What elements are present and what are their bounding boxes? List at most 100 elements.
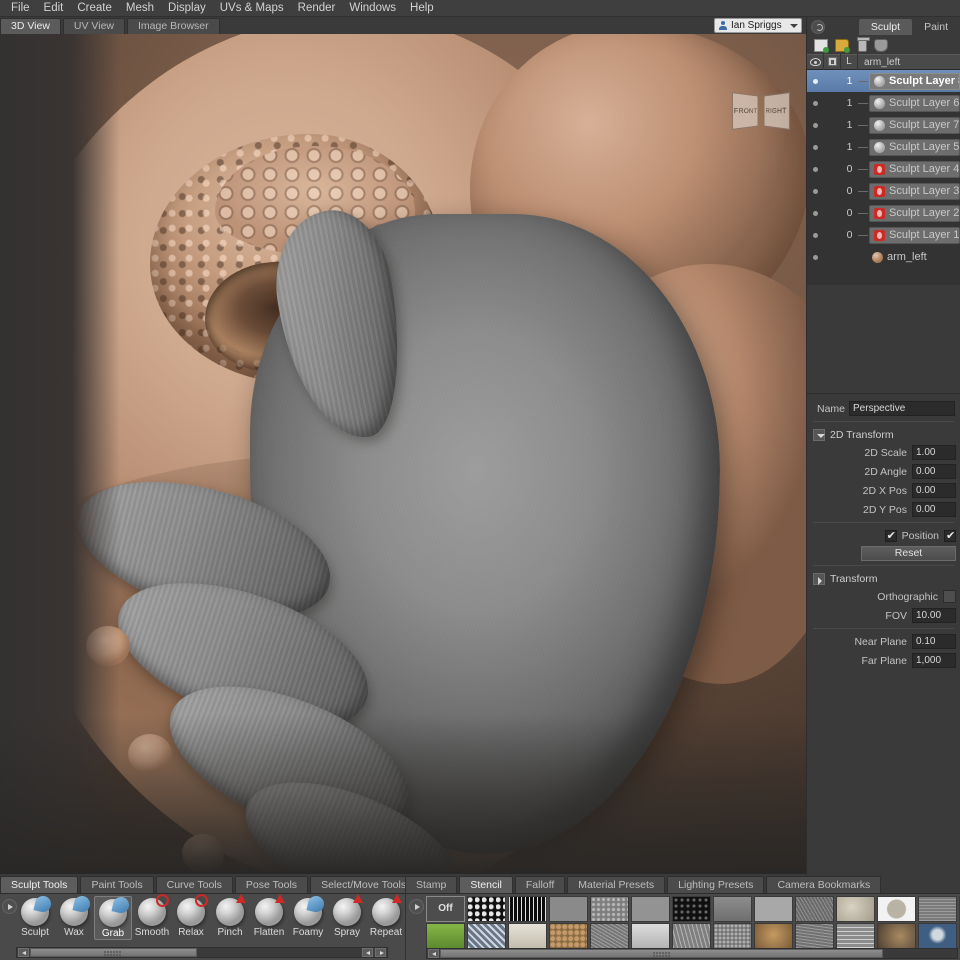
layer-row-6[interactable]: 1 Sculpt Layer 6 <box>807 92 960 114</box>
stencil-thumb[interactable] <box>508 896 547 922</box>
tab-material-presets[interactable]: Material Presets <box>567 876 665 893</box>
2d-angle-input[interactable]: 0.00 <box>912 464 956 479</box>
orthographic-checkbox[interactable] <box>943 590 956 603</box>
stencil-thumb[interactable] <box>672 896 711 922</box>
tool-smooth[interactable]: Smooth <box>133 896 171 940</box>
tab-lighting-presets[interactable]: Lighting Presets <box>667 876 764 893</box>
stencil-thumb[interactable] <box>754 923 793 949</box>
delete-layer-icon[interactable] <box>858 39 867 52</box>
stencil-thumb[interactable] <box>590 923 629 949</box>
2d-y-pos-input[interactable]: 0.00 <box>912 502 956 517</box>
layer-visibility-toggle[interactable] <box>807 75 824 87</box>
layer-chip[interactable]: Sculpt Layer 6 <box>869 95 960 112</box>
tab-sculpt[interactable]: Sculpt <box>859 19 912 35</box>
layer-chip[interactable]: Sculpt Layer 3 <box>869 183 960 200</box>
layer-chip[interactable]: Sculpt Layer 8 <box>869 73 960 90</box>
tab-stencil[interactable]: Stencil <box>459 876 513 893</box>
layer-row-1[interactable]: 0 Sculpt Layer 1 <box>807 224 960 246</box>
chevron-right-icon[interactable] <box>813 573 825 585</box>
menu-item-help[interactable]: Help <box>403 0 441 17</box>
layer-visibility-toggle[interactable] <box>807 119 824 131</box>
stencil-thumb[interactable] <box>713 896 752 922</box>
new-layer-icon[interactable] <box>814 39 828 52</box>
scroll-left-step-icon[interactable] <box>362 948 373 957</box>
stencil-thumb[interactable] <box>590 896 629 922</box>
layer-row-5[interactable]: 1 Sculpt Layer 5 <box>807 136 960 158</box>
layer-chip[interactable]: Sculpt Layer 5 <box>869 139 960 156</box>
layer-row-2[interactable]: 0 Sculpt Layer 2 <box>807 202 960 224</box>
stencil-thumb[interactable] <box>631 896 670 922</box>
layer-visibility-toggle[interactable] <box>807 141 824 153</box>
layer-list[interactable]: 1 Sculpt Layer 8 1 Sculpt La <box>807 70 960 285</box>
column-header-visibility[interactable] <box>807 54 824 70</box>
tool-grab[interactable]: Grab <box>94 896 132 940</box>
tab-paint[interactable]: Paint <box>912 19 960 35</box>
stencil-thumb[interactable] <box>836 923 875 949</box>
stencil-thumb[interactable] <box>836 896 875 922</box>
tools-horizontal-scrollbar[interactable] <box>16 947 388 958</box>
mask-icon[interactable] <box>874 39 888 52</box>
stencil-thumb[interactable] <box>754 896 793 922</box>
tab-select-move-tools[interactable]: Select/Move Tools <box>310 876 417 893</box>
stencil-thumb[interactable] <box>549 896 588 922</box>
2d-scale-input[interactable]: 1.00 <box>912 445 956 460</box>
menu-item-uvs-maps[interactable]: UVs & Maps <box>213 0 291 17</box>
layer-chip[interactable]: Sculpt Layer 2 <box>869 205 960 222</box>
3d-viewport[interactable]: FRONT RIGHT <box>0 34 806 874</box>
scrollbar-thumb[interactable] <box>30 948 197 957</box>
2d-x-pos-input[interactable]: 0.00 <box>912 483 956 498</box>
scroll-left-icon[interactable] <box>428 949 439 958</box>
stencil-off-button[interactable]: Off <box>426 896 465 922</box>
view-cube[interactable]: FRONT RIGHT <box>732 88 790 138</box>
scroll-right-icon[interactable] <box>375 948 386 957</box>
tab-falloff[interactable]: Falloff <box>515 876 565 893</box>
layer-row-3[interactable]: 0 Sculpt Layer 3 <box>807 180 960 202</box>
menu-item-file[interactable]: File <box>4 0 37 17</box>
new-folder-icon[interactable] <box>835 39 849 52</box>
near-plane-input[interactable]: 0.10 <box>912 634 956 649</box>
stencil-thumb[interactable] <box>877 923 916 949</box>
section-transform[interactable]: Transform <box>807 570 960 588</box>
position-checkbox-right[interactable] <box>944 530 956 542</box>
layer-visibility-toggle[interactable] <box>807 207 824 219</box>
layer-visibility-toggle[interactable] <box>807 163 824 175</box>
tool-wax[interactable]: Wax <box>55 896 93 940</box>
layer-visibility-toggle[interactable] <box>807 251 824 263</box>
section-2d-transform[interactable]: 2D Transform <box>807 426 960 444</box>
menu-item-edit[interactable]: Edit <box>37 0 71 17</box>
menu-item-display[interactable]: Display <box>161 0 213 17</box>
layer-visibility-toggle[interactable] <box>807 185 824 197</box>
stencil-horizontal-scrollbar[interactable] <box>426 948 958 959</box>
stencil-thumb[interactable] <box>631 923 670 949</box>
menu-item-render[interactable]: Render <box>291 0 343 17</box>
tab-stamp[interactable]: Stamp <box>405 876 457 893</box>
chevron-down-icon[interactable] <box>813 429 825 441</box>
menu-item-windows[interactable]: Windows <box>342 0 403 17</box>
layer-row-8[interactable]: 1 Sculpt Layer 8 <box>807 70 960 92</box>
tool-foamy[interactable]: Foamy <box>289 896 327 940</box>
name-input[interactable]: Perspective <box>849 401 955 416</box>
view-cube-right-face[interactable]: RIGHT <box>764 92 790 130</box>
menu-item-mesh[interactable]: Mesh <box>119 0 161 17</box>
tab-sculpt-tools[interactable]: Sculpt Tools <box>0 876 78 893</box>
reset-button[interactable]: Reset <box>861 546 956 561</box>
tools-expand-icon[interactable] <box>2 899 17 914</box>
tool-sculpt[interactable]: Sculpt <box>16 896 54 940</box>
layer-row-root[interactable]: arm_left <box>807 246 960 268</box>
stencil-thumb[interactable] <box>877 896 916 922</box>
stencil-thumb[interactable] <box>713 923 752 949</box>
tool-flatten[interactable]: Flatten <box>250 896 288 940</box>
layer-chip[interactable]: Sculpt Layer 1 <box>869 227 960 244</box>
stencil-thumb[interactable] <box>426 923 465 949</box>
layer-row-4[interactable]: 0 Sculpt Layer 4 <box>807 158 960 180</box>
tab-image-browser[interactable]: Image Browser <box>127 18 220 34</box>
dock-collapse-icon[interactable] <box>811 20 825 34</box>
scroll-left-icon[interactable] <box>18 948 29 957</box>
stencil-thumb[interactable] <box>795 896 834 922</box>
column-header-lock[interactable] <box>824 54 841 70</box>
tab-pose-tools[interactable]: Pose Tools <box>235 876 308 893</box>
root-mesh-row[interactable]: arm_left <box>858 251 927 263</box>
tab-3d-view[interactable]: 3D View <box>0 18 61 34</box>
stencil-expand-icon[interactable] <box>409 899 424 914</box>
stencil-thumb[interactable] <box>795 923 834 949</box>
